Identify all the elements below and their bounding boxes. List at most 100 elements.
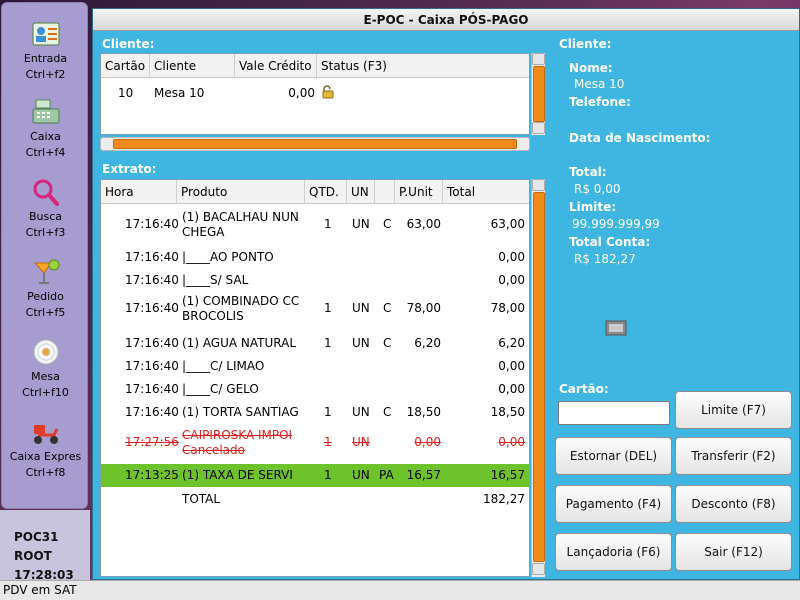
launcher-busca-label: Busca	[28, 210, 63, 223]
scroll-down-button[interactable]	[532, 122, 545, 134]
row-qtd: 1	[324, 435, 332, 449]
extrato-total-row: TOTAL 182,27	[101, 488, 529, 510]
scroll-up-button[interactable]	[532, 53, 545, 65]
column-header-punit[interactable]: P.Unit	[395, 180, 443, 204]
address-card-icon	[32, 22, 59, 46]
photo-placeholder-icon	[605, 320, 627, 336]
launcher-pedido[interactable]: Pedido Ctrl+f5	[2, 257, 89, 321]
row-produto-line2: Cancelado	[182, 443, 245, 457]
row-punit: 78,00	[406, 301, 441, 315]
row-un: UN	[352, 468, 370, 482]
cliente-nome: Mesa 10	[154, 86, 205, 100]
extrato-row[interactable]: 17:16:40 (1) TORTA SANTIAG 1 UN C 18,50 …	[101, 401, 529, 423]
row-un: UN	[352, 301, 370, 315]
row-hora: 17:16:40	[125, 250, 179, 264]
row-punit: 18,50	[406, 405, 441, 419]
terminal-id: POC31	[14, 530, 59, 544]
lancadoria-button[interactable]: Lançadoria (F6)	[555, 533, 672, 571]
total-value: R$ 0,00	[574, 182, 621, 196]
desconto-button[interactable]: Desconto (F8)	[675, 485, 792, 523]
extrato-row-cancelled[interactable]: 17:27:56 CAIPIROSKA IMPOI Cancelado 1 UN…	[101, 428, 529, 460]
cliente-table: Cartão Cliente Vale Crédito Status (F3) …	[100, 53, 530, 135]
launcher-entrada[interactable]: Entrada Ctrl+f2	[2, 19, 89, 83]
column-header-produto[interactable]: Produto	[177, 180, 305, 204]
scroll-thumb[interactable]	[533, 66, 545, 122]
limite-button[interactable]: Limite (F7)	[675, 391, 792, 429]
column-header-vale-credito[interactable]: Vale Crédito	[235, 54, 317, 78]
launcher-caixa[interactable]: Caixa Ctrl+f4	[2, 97, 89, 161]
row-c: C	[383, 217, 392, 231]
row-total: 18,50	[490, 405, 525, 419]
nascimento-label: Data de Nascimento:	[569, 131, 711, 145]
extrato-row[interactable]: 17:16:40 |____C/ GELO 0,00	[101, 378, 529, 400]
cliente-table-header: Cartão Cliente Vale Crédito Status (F3)	[101, 54, 529, 78]
launcher-busca[interactable]: Busca Ctrl+f3	[2, 177, 89, 241]
status-bar: PDV em SAT	[0, 580, 800, 600]
sair-button[interactable]: Sair (F12)	[675, 533, 792, 571]
cliente-horizontal-scrollbar[interactable]	[100, 137, 530, 151]
cliente-vertical-scrollbar[interactable]	[531, 53, 545, 135]
client-info-header: Cliente:	[559, 37, 612, 51]
scroll-down-button[interactable]	[532, 563, 545, 575]
total-value: 182,27	[483, 492, 525, 506]
scooter-icon	[33, 425, 58, 444]
cocktail-icon	[33, 259, 59, 284]
column-header-qtd[interactable]: QTD.	[305, 180, 347, 204]
row-un: UN	[352, 336, 370, 350]
row-qtd: 1	[324, 468, 332, 482]
extrato-vertical-scrollbar[interactable]	[531, 179, 545, 577]
cartao-input[interactable]	[558, 401, 670, 425]
extrato-row[interactable]: 17:16:40 (1) AGUA NATURAL 1 UN C 6,20 6,…	[101, 332, 529, 354]
row-qtd: 1	[324, 301, 332, 315]
cartao-label: Cartão:	[559, 382, 609, 396]
column-header-un[interactable]: UN	[347, 180, 375, 204]
extrato-row[interactable]: 17:16:40 |____S/ SAL 0,00	[101, 269, 529, 291]
limite-value: 99.999.999,99	[572, 217, 660, 231]
row-c: PA	[379, 468, 394, 482]
extrato-row[interactable]: 17:16:40 |____C/ LIMAO 0,00	[101, 355, 529, 377]
extrato-row-selected[interactable]: 17:13:25 (1) TAXA DE SERVI 1 UN PA 16,57…	[101, 464, 529, 487]
row-produto: |____S/ SAL	[182, 273, 249, 287]
row-punit: 63,00	[406, 217, 441, 231]
column-header-total[interactable]: Total	[443, 180, 529, 204]
total-label: Total:	[569, 165, 607, 179]
row-hora: 17:27:56	[125, 435, 179, 449]
total-label: TOTAL	[182, 492, 221, 506]
pagamento-button[interactable]: Pagamento (F4)	[555, 485, 672, 523]
estornar-button[interactable]: Estornar (DEL)	[555, 437, 672, 475]
row-total: 63,00	[490, 217, 525, 231]
limite-label: Limite:	[569, 200, 617, 214]
transferir-button[interactable]: Transferir (F2)	[675, 437, 792, 475]
scroll-thumb[interactable]	[533, 192, 545, 562]
launcher-pedido-shortcut: Ctrl+f5	[25, 306, 66, 319]
scroll-up-button[interactable]	[532, 179, 545, 191]
magnifier-icon	[33, 179, 59, 206]
extrato-row[interactable]: 17:16:40 |____AO PONTO 0,00	[101, 246, 529, 268]
launcher-panel: Entrada Ctrl+f2 Caixa Ctrl+f4 Busca Ctrl…	[1, 2, 88, 509]
column-header-blank[interactable]	[375, 180, 395, 204]
extrato-row[interactable]: 17:16:40 (1) COMBINADO CC BROCOLIS 1 UN …	[101, 294, 529, 326]
unlocked-padlock-icon	[322, 85, 334, 99]
row-un: UN	[352, 217, 370, 231]
extrato-table-header: Hora Produto QTD. UN P.Unit Total	[101, 180, 529, 204]
user-name: ROOT	[14, 549, 52, 563]
column-header-cliente[interactable]: Cliente	[150, 54, 235, 78]
cliente-row[interactable]: 10 Mesa 10 0,00	[101, 82, 529, 104]
row-produto: (1) COMBINADO CC	[182, 294, 300, 308]
horizontal-scroll-thumb[interactable]	[113, 139, 517, 149]
row-hora: 17:13:25	[125, 468, 179, 482]
column-header-cartao[interactable]: Cartão	[101, 54, 150, 78]
column-header-hora[interactable]: Hora	[101, 180, 177, 204]
launcher-entrada-label: Entrada	[23, 52, 68, 65]
launcher-caixa-expres[interactable]: Caixa Expres Ctrl+f8	[2, 417, 89, 481]
column-header-status[interactable]: Status (F3)	[317, 54, 529, 78]
launcher-mesa[interactable]: Mesa Ctrl+f10	[2, 337, 89, 401]
extrato-row[interactable]: 17:16:40 (1) BACALHAU NUN CHEGA 1 UN C 6…	[101, 210, 529, 242]
row-produto: |____C/ GELO	[182, 382, 259, 396]
row-hora: 17:16:40	[125, 359, 179, 373]
row-hora: 17:16:40	[125, 217, 179, 231]
system-info: POC31 ROOT 17:28:03	[0, 510, 90, 582]
launcher-entrada-shortcut: Ctrl+f2	[25, 68, 66, 81]
row-total: 0,00	[498, 382, 525, 396]
row-produto: (1) AGUA NATURAL	[182, 336, 297, 350]
